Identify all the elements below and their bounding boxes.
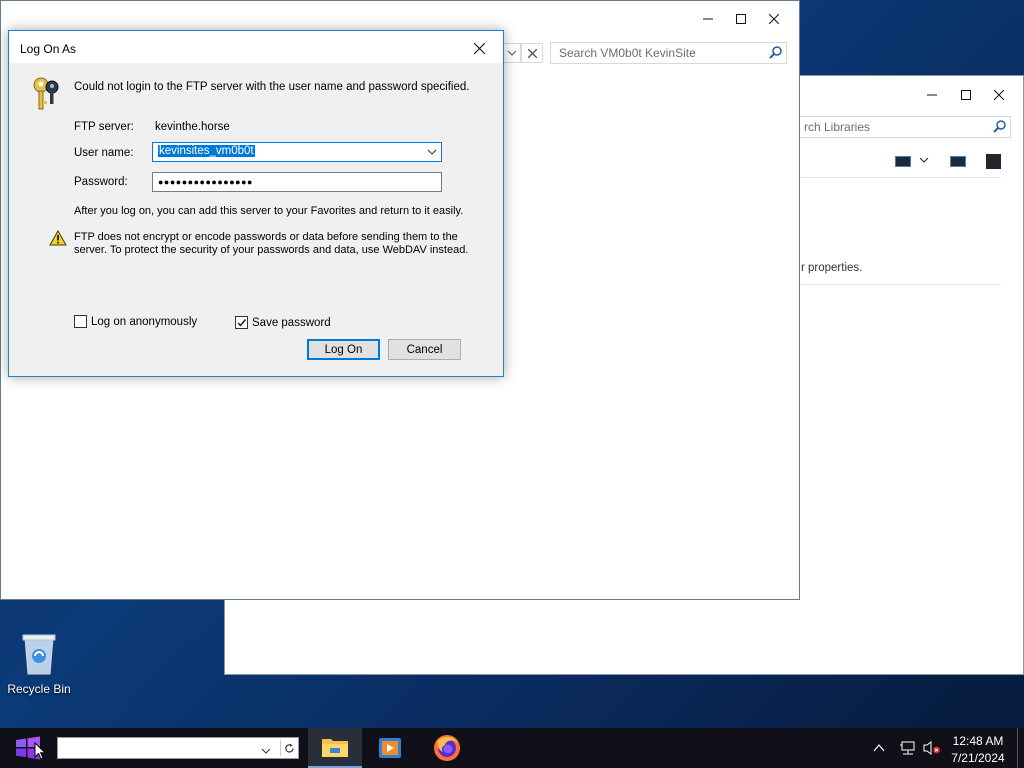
search-placeholder: rch Libraries bbox=[804, 120, 871, 134]
address-dropdown-button[interactable] bbox=[503, 43, 521, 63]
search-libraries-input[interactable]: rch Libraries bbox=[795, 116, 1011, 138]
address-toolbar[interactable] bbox=[57, 737, 299, 759]
password-value: ●●●●●●●●●●●●●●●● bbox=[158, 177, 253, 187]
recycle-bin-label: Recycle Bin bbox=[7, 682, 71, 696]
taskbar-file-explorer[interactable] bbox=[308, 728, 362, 768]
volume-muted-icon[interactable] bbox=[922, 740, 942, 759]
ftp-server-value: kevinthe.horse bbox=[155, 121, 230, 133]
chevron-down-icon[interactable] bbox=[261, 744, 271, 758]
chevron-down-icon bbox=[507, 50, 517, 56]
search-icon[interactable] bbox=[993, 120, 1006, 136]
taskbar: 12:48 AM 7/21/2024 bbox=[0, 728, 1024, 768]
ftp-server-label: FTP server: bbox=[74, 121, 134, 133]
properties-divider bbox=[801, 284, 1001, 285]
password-field[interactable]: ●●●●●●●●●●●●●●●● bbox=[152, 172, 442, 192]
help-icon[interactable] bbox=[986, 154, 1001, 169]
clock-time[interactable]: 12:48 AM bbox=[943, 734, 1013, 748]
recycle-bin-icon bbox=[20, 632, 58, 679]
dialog-close-button[interactable] bbox=[467, 37, 491, 59]
warning-text: FTP does not encrypt or encode passwords… bbox=[74, 231, 469, 256]
save-password-label: Save password bbox=[252, 316, 331, 329]
close-icon bbox=[473, 42, 485, 54]
refresh-icon[interactable] bbox=[280, 740, 298, 756]
password-label: Password: bbox=[74, 176, 128, 188]
info-text: After you log on, you can add this serve… bbox=[74, 205, 464, 217]
keys-icon bbox=[30, 75, 62, 114]
log-on-button[interactable]: Log On bbox=[307, 339, 380, 360]
mouse-cursor-icon bbox=[34, 741, 47, 763]
cancel-button[interactable]: Cancel bbox=[388, 339, 461, 360]
file-explorer-icon bbox=[322, 739, 348, 757]
username-combobox[interactable]: kevinsites_vm0b0t bbox=[152, 142, 442, 162]
divider bbox=[801, 177, 1001, 178]
maximize-button[interactable] bbox=[724, 2, 758, 36]
address-clear-button[interactable] bbox=[521, 43, 543, 63]
view-icons[interactable] bbox=[893, 154, 1013, 170]
taskbar-media-player[interactable] bbox=[366, 728, 414, 768]
show-hidden-icons-button[interactable] bbox=[873, 742, 885, 756]
close-button[interactable] bbox=[757, 2, 791, 36]
close-icon bbox=[527, 48, 537, 58]
username-value: kevinsites_vm0b0t bbox=[158, 145, 255, 157]
recycle-bin[interactable]: Recycle Bin bbox=[4, 630, 74, 700]
network-icon[interactable] bbox=[899, 740, 917, 759]
log-on-anonymously-checkbox[interactable]: Log on anonymously bbox=[74, 315, 197, 328]
warning-icon bbox=[49, 229, 67, 249]
details-view-icon[interactable] bbox=[895, 156, 911, 167]
username-label: User name: bbox=[74, 147, 134, 159]
error-message: Could not login to the FTP server with t… bbox=[74, 81, 470, 93]
search-icon[interactable] bbox=[769, 46, 782, 62]
properties-text: r properties. bbox=[801, 262, 863, 274]
preview-pane-icon[interactable] bbox=[950, 156, 966, 167]
chevron-down-icon[interactable] bbox=[919, 154, 929, 168]
search-ftp-input[interactable]: Search VM0b0t KevinSite bbox=[550, 42, 787, 64]
close-button[interactable] bbox=[982, 78, 1016, 112]
save-password-checkbox[interactable]: Save password bbox=[235, 316, 331, 329]
firefox-icon bbox=[434, 735, 460, 761]
anonymous-label: Log on anonymously bbox=[91, 315, 198, 328]
dialog-title: Log On As bbox=[20, 42, 77, 56]
minimize-button[interactable] bbox=[691, 2, 725, 36]
dialog-titlebar[interactable]: Log On As bbox=[9, 31, 503, 63]
taskbar-firefox[interactable] bbox=[423, 728, 471, 768]
chevron-up-icon bbox=[873, 744, 885, 752]
checkmark-icon bbox=[237, 319, 247, 327]
media-player-icon bbox=[379, 738, 401, 758]
checkbox-box[interactable] bbox=[235, 316, 248, 329]
chevron-down-icon[interactable] bbox=[427, 147, 437, 159]
checkbox-box[interactable] bbox=[74, 315, 87, 328]
search-placeholder: Search VM0b0t KevinSite bbox=[559, 46, 696, 60]
clock-date[interactable]: 7/21/2024 bbox=[943, 751, 1013, 765]
maximize-button[interactable] bbox=[949, 78, 983, 112]
show-desktop-button[interactable] bbox=[1017, 728, 1024, 768]
log-on-as-dialog[interactable]: Log On As Could not login to the FTP ser… bbox=[8, 30, 504, 377]
dialog-body: Could not login to the FTP server with t… bbox=[16, 63, 496, 369]
minimize-button[interactable] bbox=[915, 78, 949, 112]
